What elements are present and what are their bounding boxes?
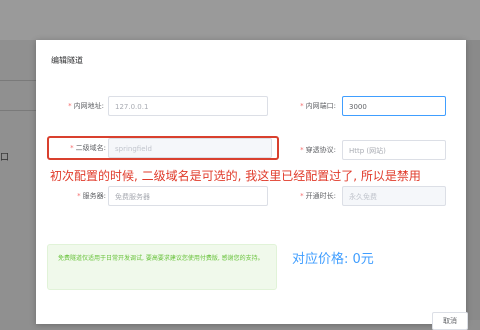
open-time-label: * 开通时长: [300, 192, 336, 200]
required-mark: * [300, 146, 304, 154]
local-port-label: * 内网端口: [300, 102, 336, 110]
cancel-button[interactable]: 取消 [432, 312, 468, 330]
local-addr-label: * 内网地址: [68, 102, 104, 110]
free-tunnel-tip: 免费隧道仅适用于日常开发调试, 要高要求建议您使用付费版, 感谢您的支持。 [47, 244, 277, 290]
dialog-title: 编辑隧道 [51, 56, 83, 65]
background-sidebar-text: 口 [0, 153, 10, 163]
annotation-text: 初次配置的时候, 二级域名是可选的, 我这里已经配置过了, 所以是禁用 [50, 169, 421, 183]
required-mark: * [300, 192, 304, 200]
protocol-label: * 穿透协议: [300, 146, 336, 154]
required-mark: * [77, 192, 81, 200]
form-item-server: * 服务器: 免费服务器 [36, 186, 276, 208]
open-time-input[interactable]: 永久免费 [342, 186, 446, 206]
server-label: * 服务器: [77, 192, 106, 200]
subdomain-highlight-box [47, 136, 279, 160]
local-port-input[interactable]: 3000 [342, 96, 446, 116]
price-text: 对应价格: 0元 [292, 252, 374, 267]
form-item-local-port: * 内网端口: 3000 [276, 96, 456, 118]
background-sidebar [0, 40, 36, 320]
form-item-open-time: * 开通时长: 永久免费 [276, 186, 456, 208]
form-item-local-addr: * 内网地址: 127.0.0.1 [36, 96, 268, 118]
required-mark: * [300, 102, 304, 110]
tip-text: 免费隧道仅适用于日常开发调试, 要高要求建议您使用付费版, 感谢您的支持。 [58, 255, 264, 262]
server-select[interactable]: 免费服务器 [108, 186, 268, 206]
required-mark: * [68, 102, 72, 110]
form-item-protocol: * 穿透协议: Http (网站) [276, 140, 456, 162]
background-header [0, 0, 480, 40]
protocol-select[interactable]: Http (网站) [342, 140, 446, 160]
local-addr-input[interactable]: 127.0.0.1 [108, 96, 268, 116]
